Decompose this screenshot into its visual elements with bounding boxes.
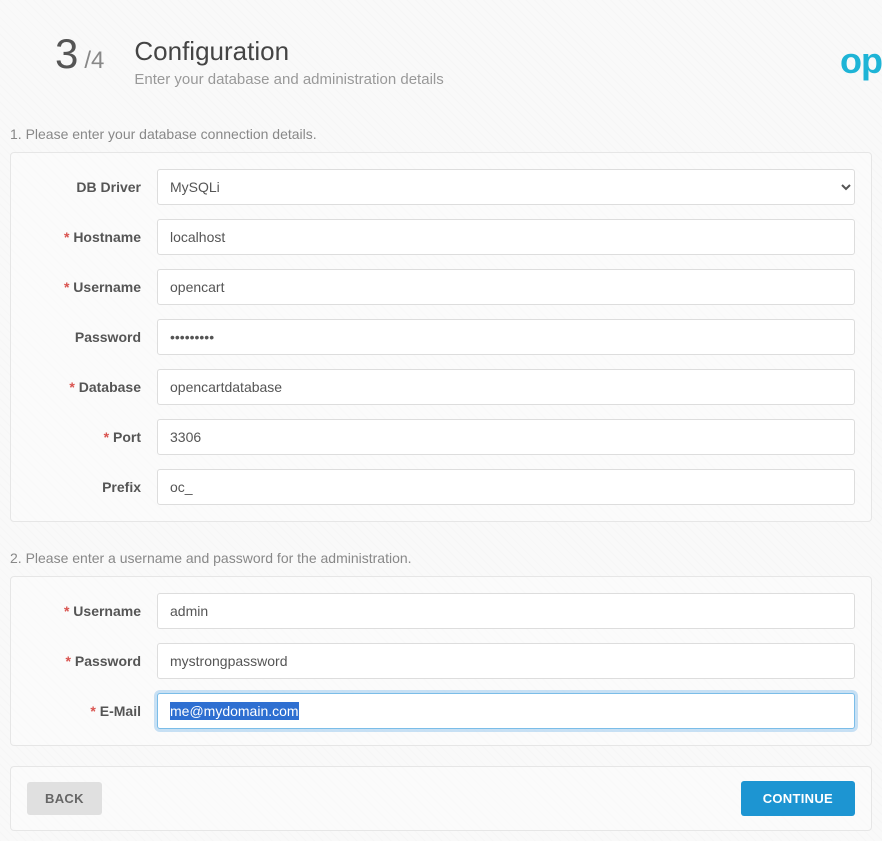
- label-db-password: Password: [27, 329, 157, 345]
- brand-logo: op: [840, 40, 882, 82]
- label-admin-password: Password: [27, 653, 157, 669]
- input-admin-email[interactable]: me@mydomain.com: [157, 693, 855, 729]
- step-current: 3: [55, 30, 78, 78]
- label-database: Database: [27, 379, 157, 395]
- row-port: Port: [27, 419, 855, 455]
- input-admin-password[interactable]: [157, 643, 855, 679]
- step-indicator: 3 /4: [55, 30, 104, 78]
- row-database: Database: [27, 369, 855, 405]
- label-admin-username: Username: [27, 603, 157, 619]
- button-row: BACK CONTINUE: [10, 766, 872, 831]
- row-db-password: Password: [27, 319, 855, 355]
- continue-button[interactable]: CONTINUE: [741, 781, 855, 816]
- label-admin-email: E-Mail: [27, 703, 157, 719]
- row-admin-username: Username: [27, 593, 855, 629]
- input-database[interactable]: [157, 369, 855, 405]
- section2-label: 2. Please enter a username and password …: [0, 542, 882, 576]
- row-admin-password: Password: [27, 643, 855, 679]
- row-db-username: Username: [27, 269, 855, 305]
- label-db-driver: DB Driver: [27, 179, 157, 195]
- page-subtitle: Enter your database and administration d…: [134, 71, 443, 88]
- admin-fieldset: Username Password E-Mail me@mydomain.com: [10, 576, 872, 746]
- row-db-driver: DB Driver MySQLi: [27, 169, 855, 205]
- row-admin-email: E-Mail me@mydomain.com: [27, 693, 855, 729]
- email-selected-text: me@mydomain.com: [170, 702, 299, 720]
- label-hostname: Hostname: [27, 229, 157, 245]
- row-prefix: Prefix: [27, 469, 855, 505]
- row-hostname: Hostname: [27, 219, 855, 255]
- select-db-driver[interactable]: MySQLi: [157, 169, 855, 205]
- input-hostname[interactable]: [157, 219, 855, 255]
- back-button[interactable]: BACK: [27, 782, 102, 815]
- input-admin-username[interactable]: [157, 593, 855, 629]
- input-db-username[interactable]: [157, 269, 855, 305]
- label-prefix: Prefix: [27, 479, 157, 495]
- page-title: Configuration: [134, 36, 443, 67]
- input-port[interactable]: [157, 419, 855, 455]
- input-db-password[interactable]: [157, 319, 855, 355]
- step-total: /4: [84, 47, 104, 75]
- label-port: Port: [27, 429, 157, 445]
- page-header: 3 /4 Configuration Enter your database a…: [0, 0, 882, 118]
- label-db-username: Username: [27, 279, 157, 295]
- header-text: Configuration Enter your database and ad…: [134, 30, 443, 88]
- section1-label: 1. Please enter your database connection…: [0, 118, 882, 152]
- input-prefix[interactable]: [157, 469, 855, 505]
- database-fieldset: DB Driver MySQLi Hostname Username Passw…: [10, 152, 872, 522]
